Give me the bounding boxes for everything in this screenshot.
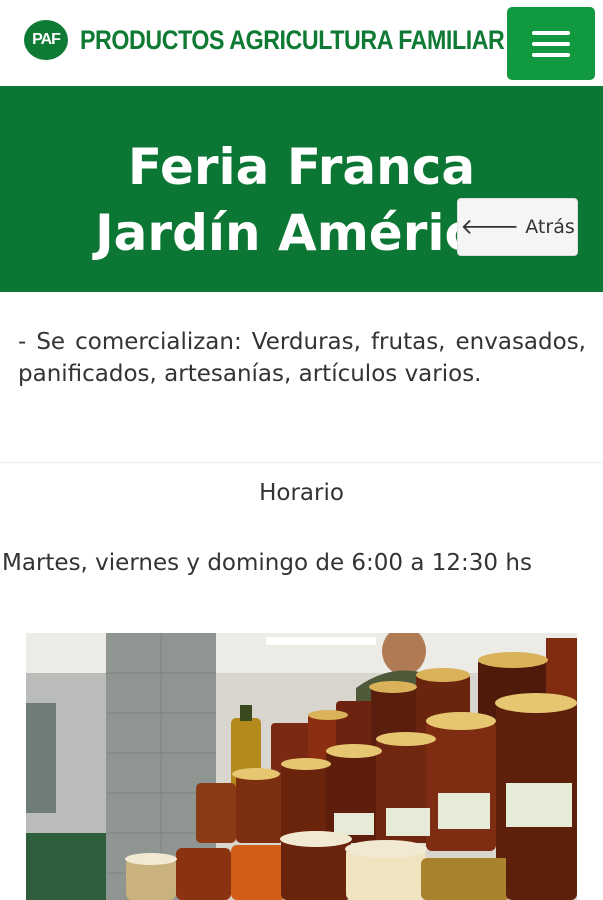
hamburger-icon — [532, 30, 570, 35]
preserve-jars-image — [26, 633, 577, 900]
divider — [0, 462, 603, 463]
paf-logo: PAF — [24, 20, 68, 60]
brand-link[interactable]: PAF PRODUCTOS AGRICULTURA FAMILIAR — [24, 20, 573, 60]
back-button-label: Atrás — [525, 216, 575, 238]
schedule-text: Martes, viernes y domingo de 6:00 a 12:3… — [2, 550, 532, 576]
hamburger-icon — [532, 41, 570, 46]
schedule-heading: Horario — [259, 480, 344, 506]
brand-name: PRODUCTOS AGRICULTURA FAMILIAR — [80, 24, 505, 55]
hero-banner: Feria Franca Jardín América 🡐 Atrás — [0, 86, 603, 292]
top-navbar: PAF PRODUCTOS AGRICULTURA FAMILIAR — [0, 0, 603, 86]
menu-toggle-button[interactable] — [507, 7, 595, 80]
products-description: - Se comercializan: Verduras, frutas, en… — [18, 329, 586, 387]
back-button[interactable]: 🡐 Atrás — [457, 198, 578, 256]
market-photo — [26, 633, 577, 900]
arrow-left-icon: 🡐 — [460, 215, 520, 240]
hamburger-icon — [532, 52, 570, 57]
